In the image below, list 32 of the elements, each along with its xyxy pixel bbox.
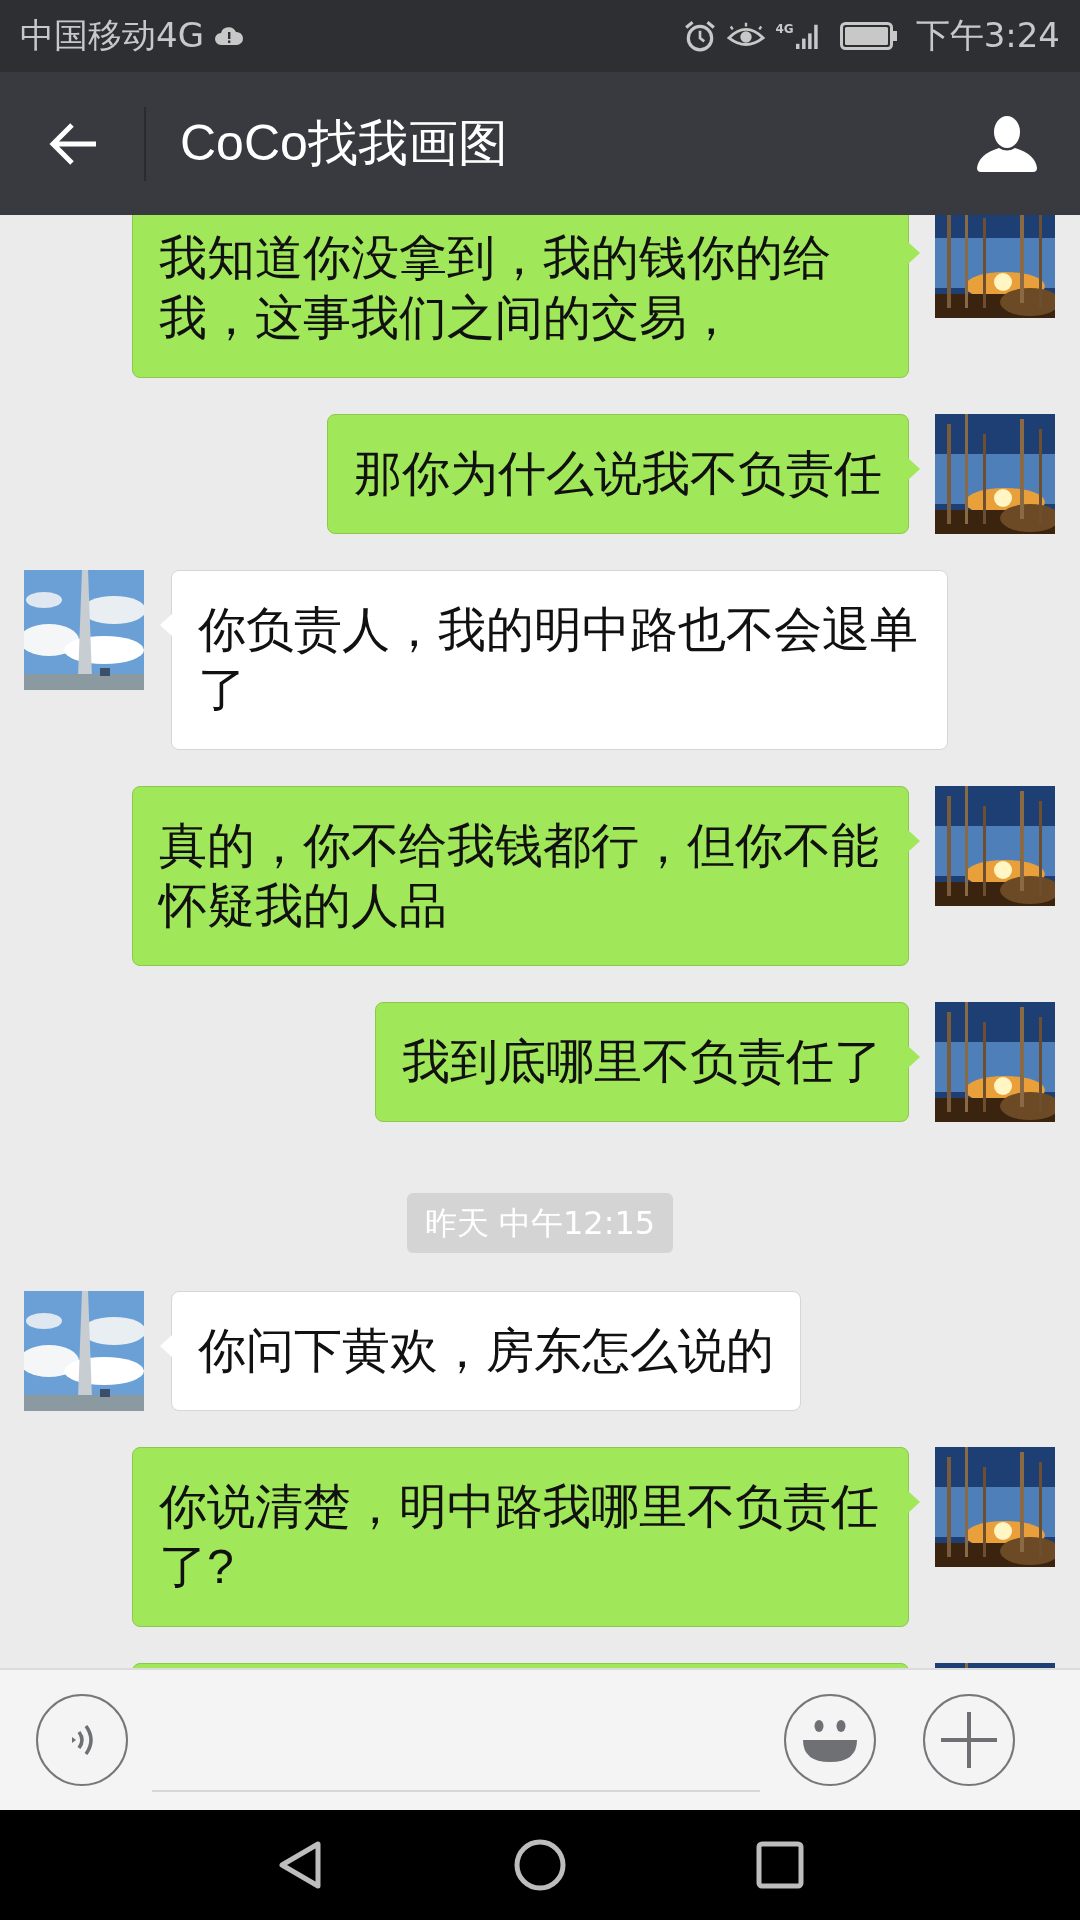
clock-time: 下午3:24 <box>915 14 1060 57</box>
bubble-tail <box>908 1046 920 1068</box>
voice-icon <box>70 1725 94 1755</box>
battery-icon <box>839 22 898 50</box>
message-bubble: 我知道你没拿到，我的钱你的给我，这事我们之间的交易， <box>132 215 909 378</box>
message-bubble: 你问下黄欢，房东怎么说的 <box>171 1291 801 1411</box>
bubble-tail <box>908 830 920 852</box>
square-recents-icon <box>756 1841 804 1889</box>
message-bubble: 我到底哪里不负责任了 <box>375 1002 909 1122</box>
message-bubble: 真的，你不给我钱都行，但你不能怀疑我的人品 <box>132 786 909 966</box>
plus-icon <box>941 1712 997 1768</box>
message-bubble: 你说清楚，明中路我哪里不负责任了? <box>132 1447 909 1627</box>
bubble-tail <box>160 1335 172 1357</box>
carrier-name: 中国移动4G <box>20 14 204 57</box>
bubble-tail <box>908 242 920 264</box>
network-label: 4G <box>775 22 794 36</box>
person-icon <box>975 113 1039 174</box>
alarm-icon <box>683 19 718 53</box>
back-arrow-icon <box>48 121 98 166</box>
message-bubble: 你负责人，我的明中路也不会退单了 <box>171 570 948 750</box>
message-bubble: 那你为什么说我不负责任 <box>327 414 909 534</box>
add-button[interactable] <box>923 1694 1015 1786</box>
voice-button[interactable] <box>36 1694 128 1786</box>
bubble-tail <box>908 1491 920 1513</box>
cloud-alert-icon <box>214 26 244 46</box>
emoji-button[interactable] <box>784 1694 876 1786</box>
bubble-tail <box>160 614 172 636</box>
emoji-icon <box>800 1717 860 1763</box>
triangle-back-icon <box>278 1840 322 1890</box>
bubble-tail <box>908 458 920 480</box>
circle-home-icon <box>514 1839 566 1891</box>
chat-title: CoCo找我画图 <box>180 114 508 173</box>
